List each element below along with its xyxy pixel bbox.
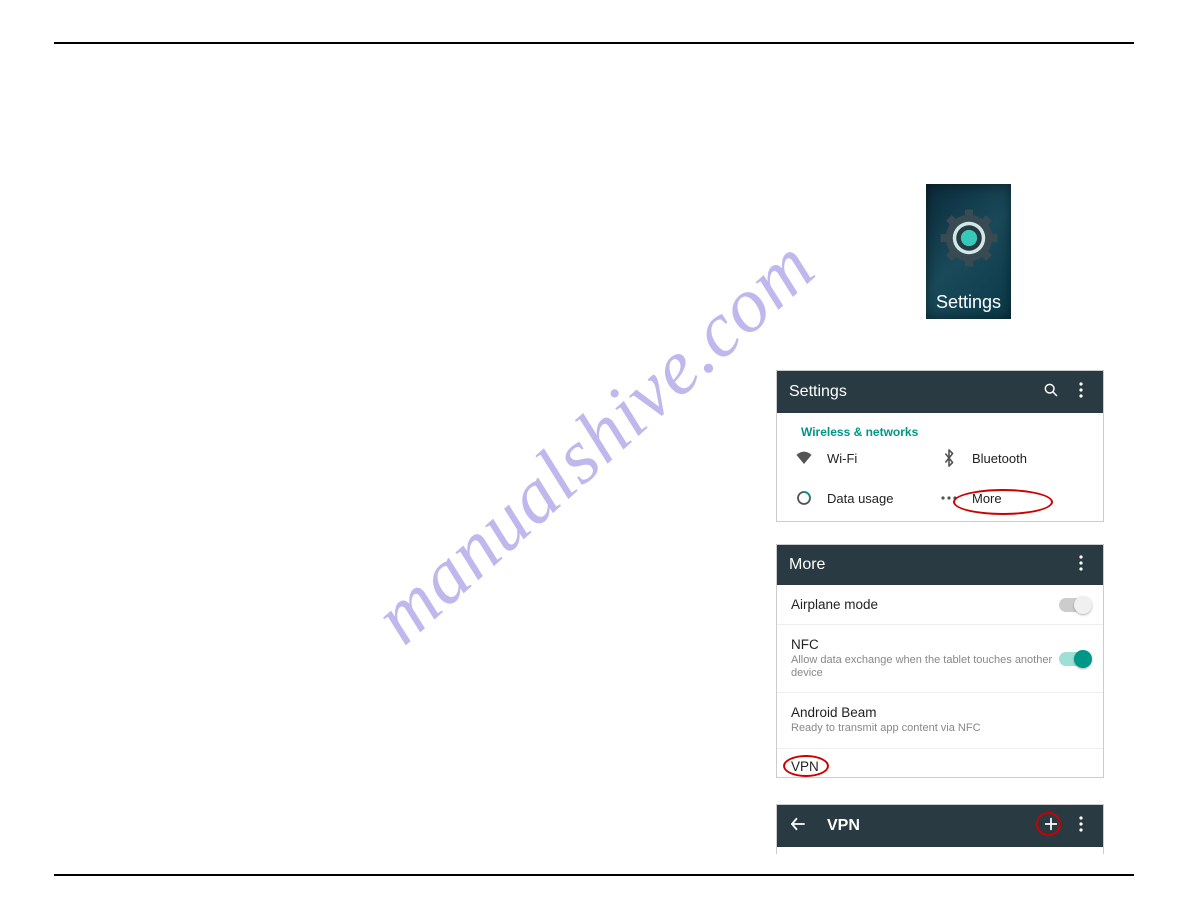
overflow-icon[interactable] <box>1071 382 1091 403</box>
more-label: More <box>972 491 1002 506</box>
wifi-icon <box>795 449 813 467</box>
airplane-mode-label: Airplane mode <box>791 597 1059 612</box>
settings-appbar-title: Settings <box>789 383 1031 401</box>
settings-item-more[interactable]: More <box>940 489 1085 507</box>
overflow-icon[interactable] <box>1071 816 1091 837</box>
back-icon[interactable] <box>789 815 809 838</box>
settings-app-icon[interactable]: Settings <box>926 184 1011 319</box>
nfc-subtitle: Allow data exchange when the tablet touc… <box>791 654 1059 680</box>
android-beam-subtitle: Ready to transmit app content via NFC <box>791 722 1089 735</box>
row-airplane-mode[interactable]: Airplane mode <box>777 585 1103 625</box>
settings-card: Settings Wireless & networks Wi-Fi Bluet… <box>776 370 1104 522</box>
row-nfc[interactable]: NFC Allow data exchange when the tablet … <box>777 625 1103 693</box>
data-usage-icon <box>795 489 813 507</box>
settings-app-label: Settings <box>936 292 1001 313</box>
bluetooth-label: Bluetooth <box>972 451 1027 466</box>
vpn-appbar: VPN <box>777 805 1103 847</box>
add-icon[interactable] <box>1041 816 1061 837</box>
data-usage-label: Data usage <box>827 491 894 506</box>
overflow-icon[interactable] <box>1071 555 1091 576</box>
airplane-mode-toggle[interactable] <box>1059 598 1089 612</box>
more-appbar: More <box>777 545 1103 585</box>
gear-icon <box>926 184 1011 292</box>
nfc-label: NFC <box>791 637 1059 652</box>
vpn-body <box>777 847 1103 855</box>
nfc-toggle[interactable] <box>1059 652 1089 666</box>
settings-item-bluetooth[interactable]: Bluetooth <box>940 449 1085 467</box>
bluetooth-icon <box>940 449 958 467</box>
settings-item-wifi[interactable]: Wi-Fi <box>795 449 940 467</box>
vpn-appbar-title: VPN <box>827 817 1031 835</box>
settings-appbar: Settings <box>777 371 1103 413</box>
more-card: More Airplane mode NFC Allow data exchan… <box>776 544 1104 778</box>
more-appbar-title: More <box>789 556 1061 574</box>
section-header-wireless: Wireless & networks <box>777 413 1103 449</box>
row-android-beam[interactable]: Android Beam Ready to transmit app conte… <box>777 693 1103 748</box>
row-vpn[interactable]: VPN <box>777 749 1103 786</box>
search-icon[interactable] <box>1041 382 1061 403</box>
more-icon <box>940 489 958 507</box>
vpn-label: VPN <box>791 759 1089 774</box>
wifi-label: Wi-Fi <box>827 451 857 466</box>
vpn-card: VPN <box>776 804 1104 854</box>
android-beam-label: Android Beam <box>791 705 1089 720</box>
settings-item-data-usage[interactable]: Data usage <box>795 489 940 507</box>
